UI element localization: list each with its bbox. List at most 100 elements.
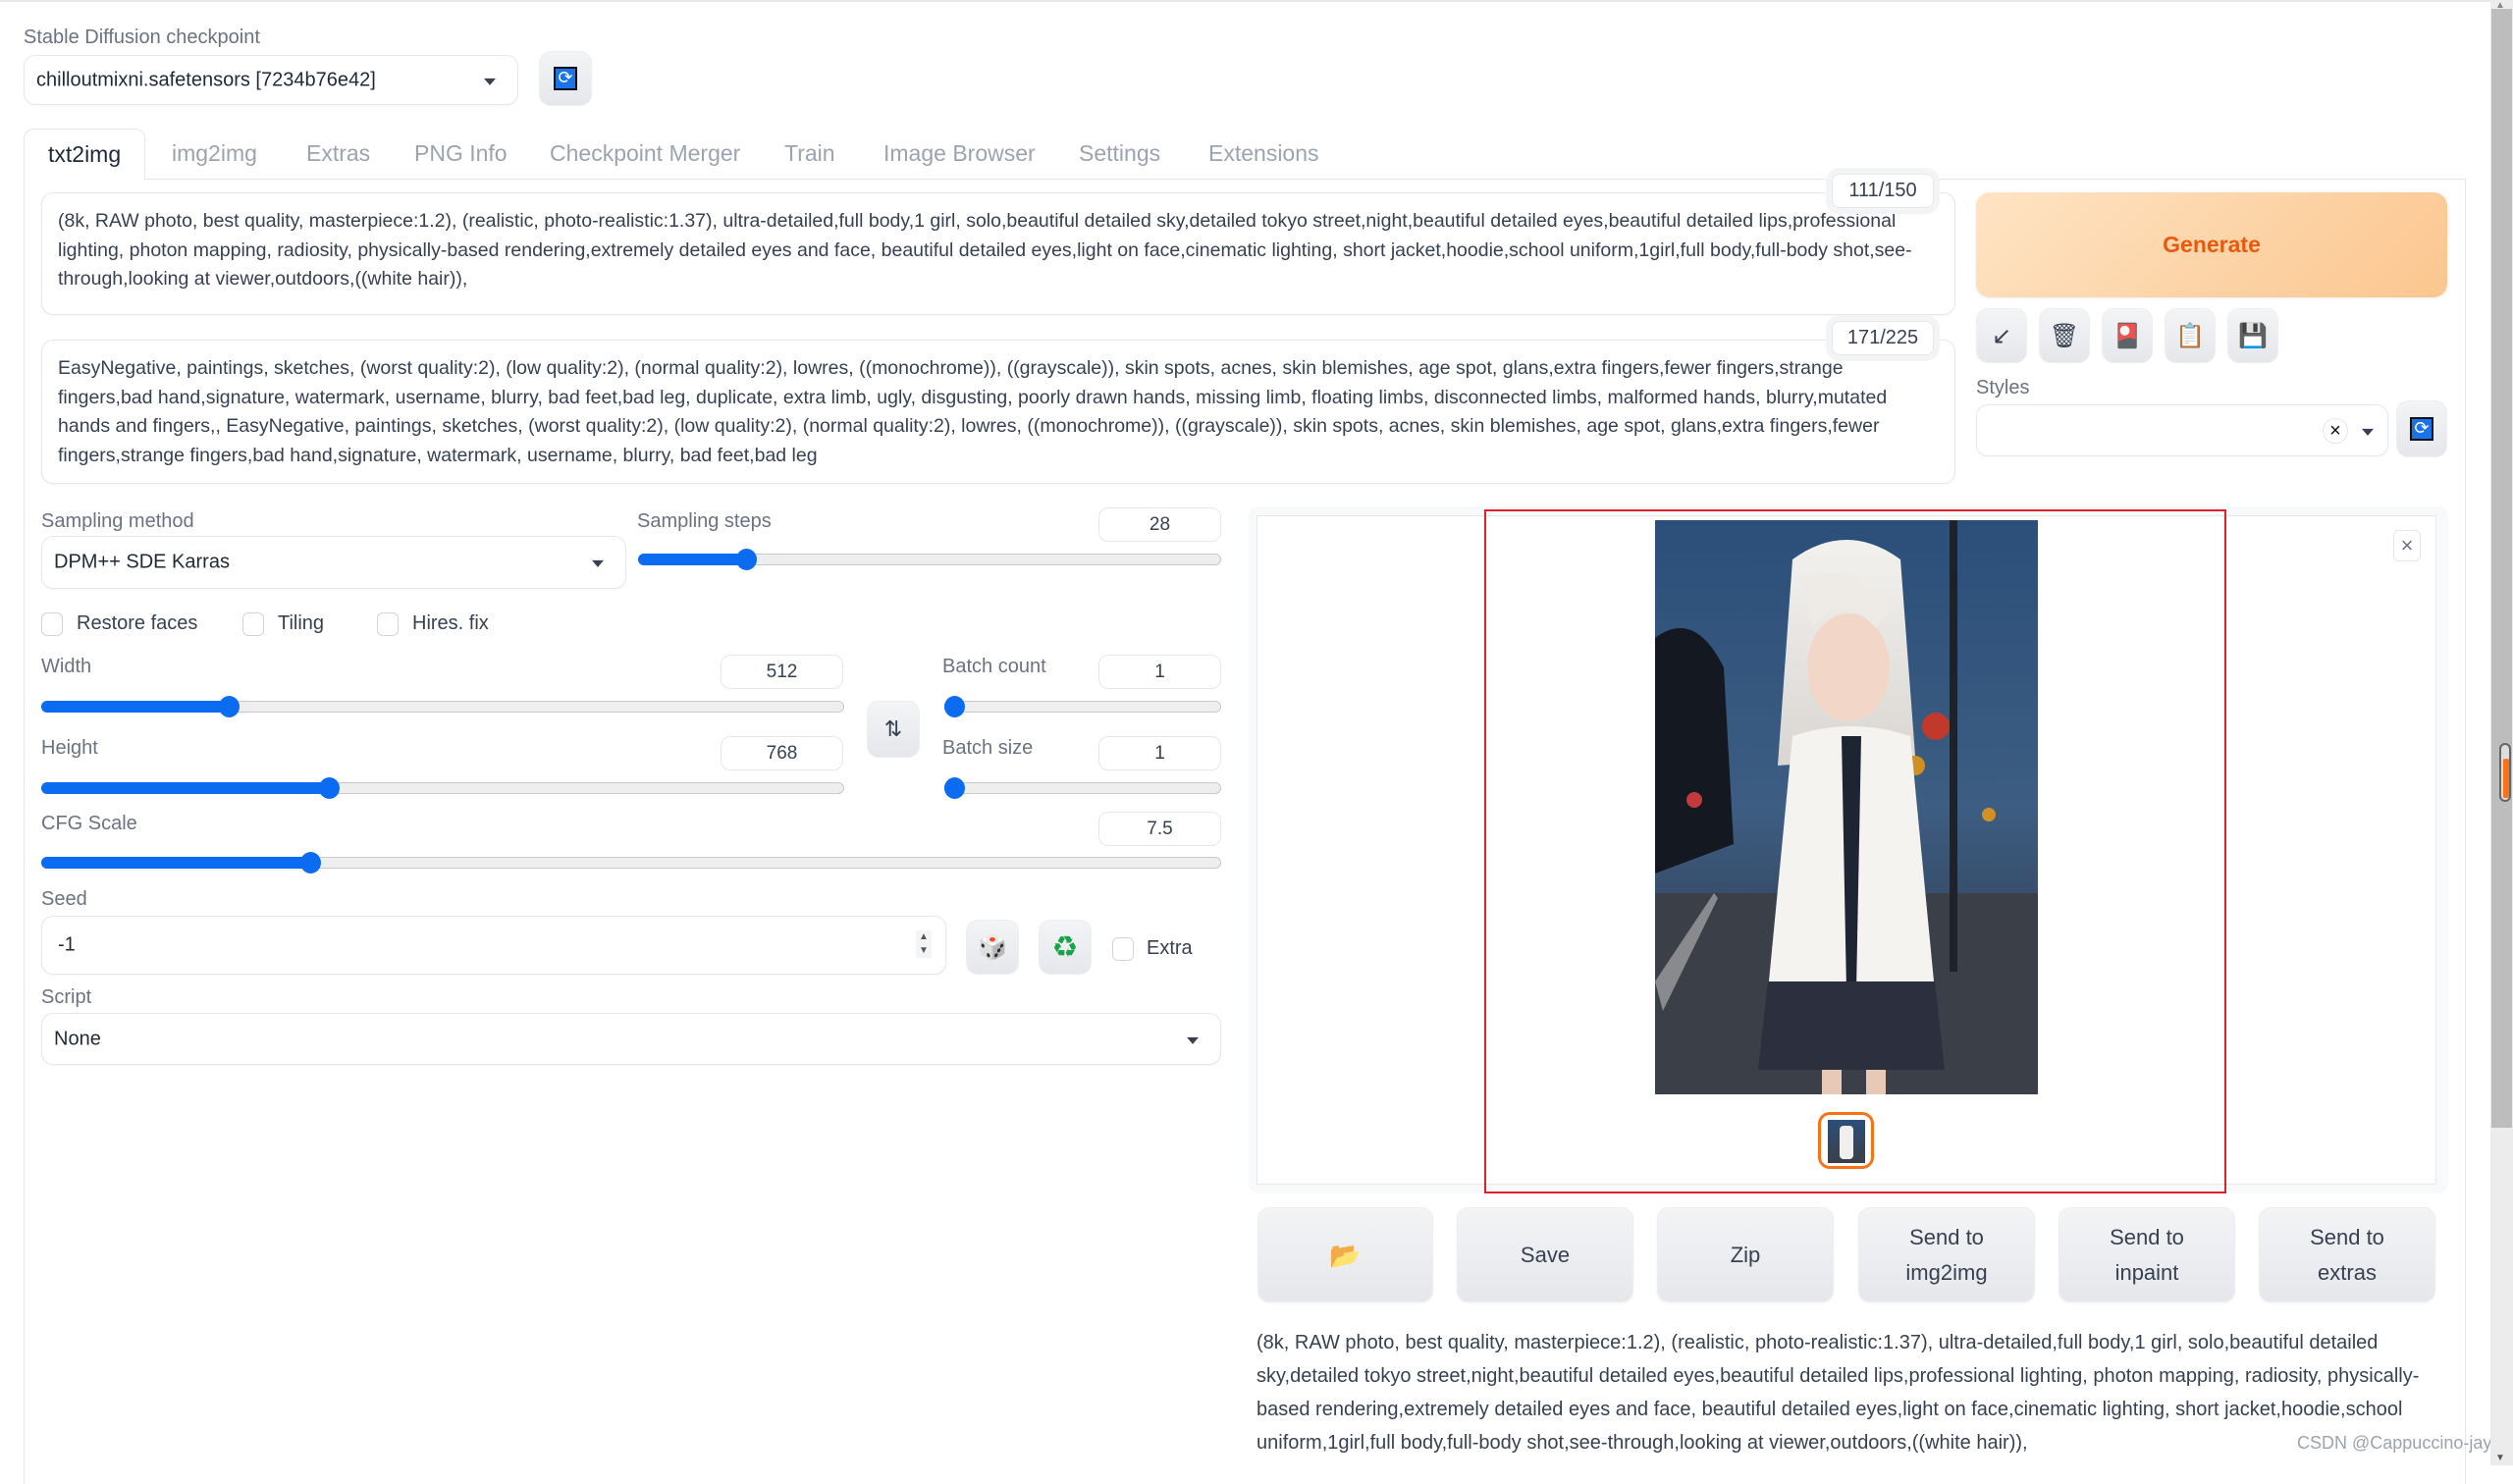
script-label: Script [41,986,92,1008]
watermark: CSDN @Cappuccino-jay [2297,1433,2492,1453]
width-input[interactable]: 512 [721,655,843,689]
folder-icon: 📂 [1329,1240,1362,1270]
sampling-steps-input[interactable]: 28 [1098,507,1221,542]
restore-faces-checkbox[interactable] [41,612,63,636]
scrollbar-thumb[interactable] [2491,9,2512,1128]
save-style-button[interactable]: 💾 [2227,308,2278,363]
checkpoint-value: chilloutmixni.safetensors [7234b76e42] [36,69,376,90]
open-folder-button[interactable]: 📂 [1257,1207,1433,1302]
close-icon: × [2400,533,2414,557]
refresh-icon: ⟳ [2410,417,2433,441]
slider-fill [638,554,747,565]
tiling-checkbox[interactable] [242,612,264,636]
slider-fill [41,701,230,713]
tab-settings[interactable]: Settings [1079,140,1160,167]
picture-card-icon: 🎴 [2112,322,2142,349]
slider-thumb[interactable] [944,777,965,799]
negative-prompt-token-counter: 171/225 [1832,321,1934,355]
chevron-down-icon [484,78,496,85]
send-to-inpaint-button[interactable]: Send to inpaint [2059,1207,2235,1302]
read-params-button[interactable]: ↙ [1976,308,2027,363]
tab-img2img[interactable]: img2img [172,140,257,167]
slider-thumb[interactable] [944,696,965,717]
slider-thumb[interactable] [318,777,340,799]
chevron-down-icon [1187,1036,1199,1044]
random-seed-button[interactable]: 🎲 [966,920,1019,975]
scroll-down-arrow[interactable]: ▼ [2495,1453,2507,1463]
batch-count-input[interactable]: 1 [1098,655,1221,689]
highlight-annotation [1484,509,2226,1193]
scroll-handle[interactable] [2499,743,2511,802]
extra-networks-button[interactable]: 🎴 [2102,308,2153,363]
tiling-label: Tiling [278,612,325,634]
tab-extras[interactable]: Extras [306,140,370,167]
swap-dimensions-button[interactable]: ⇅ [867,701,920,758]
cfg-scale-label: CFG Scale [41,813,137,834]
seed-input[interactable]: -1 ▲ ▼ [41,916,946,975]
width-slider[interactable] [41,696,844,717]
batch-count-label: Batch count [942,656,1046,677]
prompt-input[interactable]: (8k, RAW photo, best quality, masterpiec… [41,192,1955,315]
refresh-icon: ⟳ [554,67,577,90]
send-to-extras-button[interactable]: Send to extras [2259,1207,2435,1302]
checkpoint-label: Stable Diffusion checkpoint [24,26,260,48]
batch-size-label: Batch size [942,737,1034,759]
seed-value: -1 [58,933,76,956]
checkpoint-dropdown[interactable]: chilloutmixni.safetensors [7234b76e42] [24,55,518,105]
floppy-disk-icon: 💾 [2238,322,2268,349]
zip-button[interactable]: Zip [1657,1207,1834,1302]
height-input[interactable]: 768 [721,736,843,770]
trash-icon: 🗑 [2049,322,2080,349]
clear-icon[interactable]: × [2323,418,2348,444]
recycle-icon: ♻ [1051,930,1079,964]
refresh-checkpoint-button[interactable]: ⟳ [539,51,592,106]
hires-fix-checkbox[interactable] [377,612,399,636]
restore-faces-label: Restore faces [77,612,198,634]
script-dropdown[interactable]: None [41,1013,1221,1065]
save-button[interactable]: Save [1457,1207,1633,1302]
close-gallery-button[interactable]: × [2393,530,2421,561]
generate-button[interactable]: Generate [1976,192,2447,297]
tab-extensions[interactable]: Extensions [1208,140,1319,167]
height-slider[interactable] [41,777,844,799]
styles-label: Styles [1976,377,2030,398]
cfg-scale-input[interactable]: 7.5 [1098,812,1221,846]
refresh-styles-button[interactable]: ⟳ [2396,400,2447,457]
tab-png-info[interactable]: PNG Info [414,140,508,167]
negative-prompt-input[interactable]: EasyNegative, paintings, sketches, (wors… [41,340,1955,484]
swap-arrows-icon: ⇅ [883,716,903,741]
sampling-method-value: DPM++ SDE Karras [54,551,230,573]
hires-fix-label: Hires. fix [412,612,489,634]
send-to-img2img-button[interactable]: Send to img2img [1858,1207,2035,1302]
top-border [0,0,2490,2]
sampling-method-label: Sampling method [41,510,194,532]
sampling-steps-label: Sampling steps [637,510,772,532]
slider-thumb[interactable] [300,852,322,874]
cfg-scale-slider[interactable] [41,852,1221,874]
chevron-down-icon [2362,428,2374,436]
prompt-token-counter: 111/150 [1832,174,1934,208]
batch-size-input[interactable]: 1 [1098,736,1221,770]
seed-label: Seed [41,888,87,910]
tab-image-browser[interactable]: Image Browser [883,140,1036,167]
tab-txt2img[interactable]: txt2img [24,129,146,180]
width-label: Width [41,656,92,677]
styles-dropdown[interactable]: × [1976,404,2388,456]
sampling-steps-slider[interactable] [638,549,1221,570]
scroll-up-arrow[interactable]: ▲ [2495,0,2507,11]
batch-size-slider[interactable] [944,777,1221,799]
slider-fill [41,857,311,869]
clear-prompt-button[interactable]: 🗑 [2039,308,2090,363]
extra-seed-checkbox[interactable] [1112,937,1134,961]
height-label: Height [41,737,98,759]
apply-style-button[interactable]: 📋 [2165,308,2216,363]
seed-stepper[interactable]: ▲ ▼ [916,930,932,958]
clipboard-icon: 📋 [2175,322,2205,349]
tab-train[interactable]: Train [784,140,835,167]
reuse-seed-button[interactable]: ♻ [1039,920,1092,975]
batch-count-slider[interactable] [944,696,1221,717]
slider-fill [41,782,329,794]
arrow-down-left-icon: ↙ [1991,322,2012,349]
sampling-method-dropdown[interactable]: DPM++ SDE Karras [41,536,626,589]
tab-checkpoint-merger[interactable]: Checkpoint Merger [550,140,740,167]
